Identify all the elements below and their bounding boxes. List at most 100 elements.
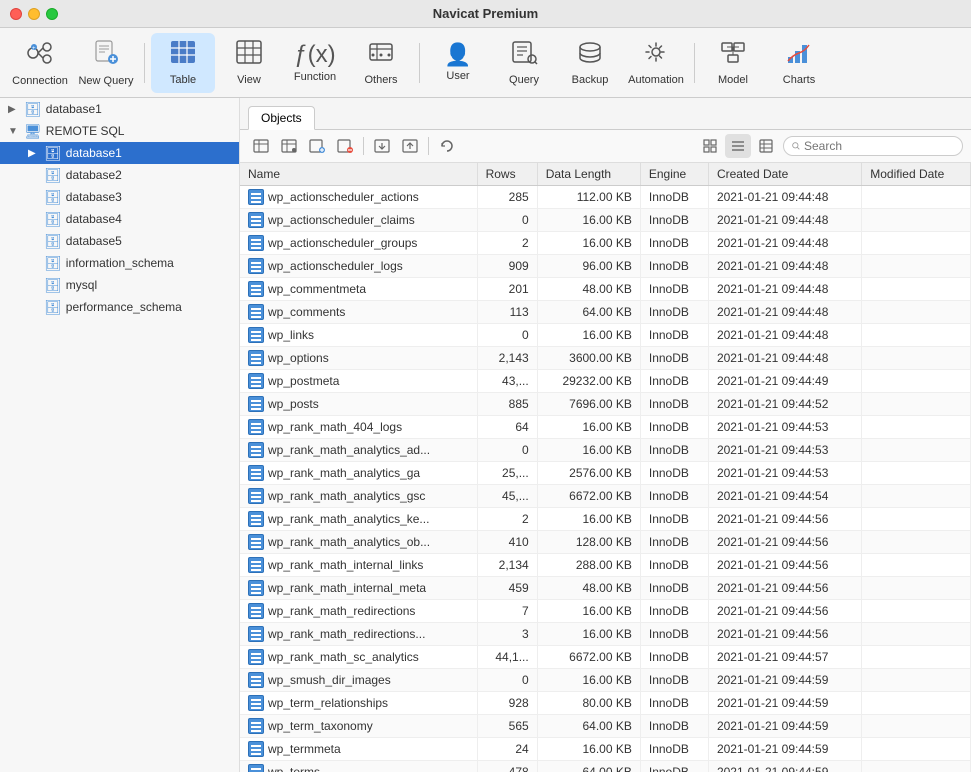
table-name: wp_rank_math_sc_analytics [268, 650, 419, 664]
table-rows-cell: 25,... [477, 462, 537, 485]
table-data-length-cell: 29232.00 KB [537, 370, 640, 393]
query-button[interactable]: Query [492, 33, 556, 93]
table-row[interactable]: wp_termmeta 24 16.00 KB InnoDB 2021-01-2… [240, 738, 971, 761]
sidebar-item-database5[interactable]: 🗄 database5 [0, 230, 239, 252]
table-data-length-cell: 112.00 KB [537, 186, 640, 209]
sidebar-item-remote-sql[interactable]: ▼ 🖥 REMOTE SQL [0, 120, 239, 142]
table-row[interactable]: wp_rank_math_analytics_gsc 45,... 6672.0… [240, 485, 971, 508]
sidebar-item-database3[interactable]: 🗄 database3 [0, 186, 239, 208]
table-row-icon [248, 488, 264, 504]
sidebar-item-database1-child[interactable]: ▶ 🗄 database1 [0, 142, 239, 164]
maximize-button[interactable] [46, 8, 58, 20]
traffic-lights[interactable] [10, 8, 58, 20]
table-row[interactable]: wp_actionscheduler_logs 909 96.00 KB Inn… [240, 255, 971, 278]
table-row[interactable]: wp_rank_math_internal_links 2,134 288.00… [240, 554, 971, 577]
table-data-length-cell: 16.00 KB [537, 623, 640, 646]
table-created-cell: 2021-01-21 09:44:56 [708, 531, 861, 554]
table-rows-cell: 285 [477, 186, 537, 209]
table-row[interactable]: wp_terms 478 64.00 KB InnoDB 2021-01-21 … [240, 761, 971, 772]
table-created-cell: 2021-01-21 09:44:59 [708, 761, 861, 772]
table-row[interactable]: wp_options 2,143 3600.00 KB InnoDB 2021-… [240, 347, 971, 370]
table-row[interactable]: wp_posts 885 7696.00 KB InnoDB 2021-01-2… [240, 393, 971, 416]
table-row[interactable]: wp_postmeta 43,... 29232.00 KB InnoDB 20… [240, 370, 971, 393]
backup-button[interactable]: Backup [558, 33, 622, 93]
table-row[interactable]: wp_actionscheduler_groups 2 16.00 KB Inn… [240, 232, 971, 255]
table-rows-cell: 45,... [477, 485, 537, 508]
table-row[interactable]: wp_rank_math_404_logs 64 16.00 KB InnoDB… [240, 416, 971, 439]
table-row[interactable]: wp_smush_dir_images 0 16.00 KB InnoDB 20… [240, 669, 971, 692]
table-data-length-cell: 16.00 KB [537, 232, 640, 255]
connection-icon: + [26, 39, 54, 71]
new-query-label: New Query [78, 75, 133, 87]
sidebar-item-label: database3 [66, 190, 122, 204]
export-button[interactable] [397, 134, 423, 158]
table-row[interactable]: wp_rank_math_sc_analytics 44,1... 6672.0… [240, 646, 971, 669]
charts-button[interactable]: Charts [767, 33, 831, 93]
model-button[interactable]: Model [701, 33, 765, 93]
table-name: wp_actionscheduler_actions [268, 190, 419, 204]
table-engine-cell: InnoDB [640, 577, 708, 600]
table-engine-cell: InnoDB [640, 324, 708, 347]
grid-view-button[interactable] [697, 134, 723, 158]
search-input[interactable] [804, 139, 954, 153]
table-engine-cell: InnoDB [640, 485, 708, 508]
sidebar-item-label: database4 [66, 212, 122, 226]
open-table-button[interactable] [248, 134, 274, 158]
import-button[interactable] [369, 134, 395, 158]
table-row[interactable]: wp_actionscheduler_actions 285 112.00 KB… [240, 186, 971, 209]
others-button[interactable]: Others [349, 33, 413, 93]
automation-button[interactable]: Automation [624, 33, 688, 93]
table-data-length-cell: 7696.00 KB [537, 393, 640, 416]
table-row[interactable]: wp_comments 113 64.00 KB InnoDB 2021-01-… [240, 301, 971, 324]
function-button[interactable]: ƒ(x) Function [283, 33, 347, 93]
table-data-length-cell: 16.00 KB [537, 508, 640, 531]
table-row[interactable]: wp_term_relationships 928 80.00 KB InnoD… [240, 692, 971, 715]
user-button[interactable]: 👤 User [426, 33, 490, 93]
table-created-cell: 2021-01-21 09:44:48 [708, 324, 861, 347]
sidebar-item-mysql[interactable]: 🗄 mysql [0, 274, 239, 296]
sidebar-item-performance-schema[interactable]: 🗄 performance_schema [0, 296, 239, 318]
table-row[interactable]: wp_rank_math_redirections 7 16.00 KB Inn… [240, 600, 971, 623]
window-title: Navicat Premium [433, 6, 539, 21]
table-row[interactable]: wp_actionscheduler_claims 0 16.00 KB Inn… [240, 209, 971, 232]
table-engine-cell: InnoDB [640, 255, 708, 278]
connection-button[interactable]: + Connection [8, 33, 72, 93]
table-row[interactable]: wp_rank_math_redirections... 3 16.00 KB … [240, 623, 971, 646]
design-table-button[interactable] [276, 134, 302, 158]
objects-tab[interactable]: Objects [248, 106, 315, 130]
table-button[interactable]: Table [151, 33, 215, 93]
detail-view-button[interactable] [753, 134, 779, 158]
table-row[interactable]: wp_rank_math_analytics_ke... 2 16.00 KB … [240, 508, 971, 531]
table-row[interactable]: wp_rank_math_analytics_ga 25,... 2576.00… [240, 462, 971, 485]
table-row[interactable]: wp_links 0 16.00 KB InnoDB 2021-01-21 09… [240, 324, 971, 347]
table-engine-cell: InnoDB [640, 738, 708, 761]
table-name-cell: wp_rank_math_sc_analytics [240, 646, 477, 669]
sidebar-item-database4[interactable]: 🗄 database4 [0, 208, 239, 230]
table-name: wp_rank_math_analytics_ob... [268, 535, 430, 549]
view-button[interactable]: View [217, 33, 281, 93]
delete-table-button[interactable] [332, 134, 358, 158]
table-row-icon [248, 212, 264, 228]
table-name-cell: wp_rank_math_analytics_ga [240, 462, 477, 485]
table-row[interactable]: wp_commentmeta 201 48.00 KB InnoDB 2021-… [240, 278, 971, 301]
sidebar-item-information-schema[interactable]: 🗄 information_schema [0, 252, 239, 274]
close-button[interactable] [10, 8, 22, 20]
sidebar-item-database1-root[interactable]: ▶ 🗄 database1 [0, 98, 239, 120]
table-created-cell: 2021-01-21 09:44:56 [708, 508, 861, 531]
list-view-button[interactable] [725, 134, 751, 158]
new-table-button[interactable] [304, 134, 330, 158]
minimize-button[interactable] [28, 8, 40, 20]
table-modified-cell [862, 393, 971, 416]
table-name-cell: wp_actionscheduler_logs [240, 255, 477, 278]
new-query-button[interactable]: New Query [74, 33, 138, 93]
table-row-icon [248, 580, 264, 596]
table-row[interactable]: wp_term_taxonomy 565 64.00 KB InnoDB 202… [240, 715, 971, 738]
col-data-length: Data Length [537, 163, 640, 186]
table-row[interactable]: wp_rank_math_internal_meta 459 48.00 KB … [240, 577, 971, 600]
table-rows-cell: 7 [477, 600, 537, 623]
refresh-button[interactable] [434, 134, 460, 158]
database-icon: 🗄 [44, 255, 62, 272]
sidebar-item-database2[interactable]: 🗄 database2 [0, 164, 239, 186]
table-row[interactable]: wp_rank_math_analytics_ad... 0 16.00 KB … [240, 439, 971, 462]
table-row[interactable]: wp_rank_math_analytics_ob... 410 128.00 … [240, 531, 971, 554]
